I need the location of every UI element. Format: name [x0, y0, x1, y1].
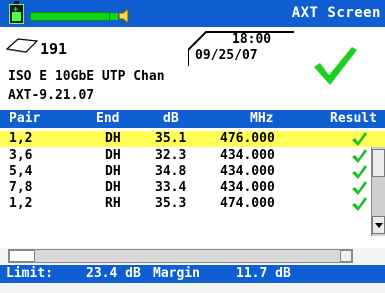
col-mhz[interactable]: MHz: [250, 111, 273, 126]
table-row[interactable]: 1,2 DH 35.1 476.000: [0, 131, 385, 147]
horizontal-scroll-thumb[interactable]: [9, 250, 35, 262]
limit-label: Limit:: [6, 266, 53, 281]
speaker-icon[interactable]: [117, 8, 133, 24]
limit-bar: Limit: 23.4 dB Margin 11.7 dB: [0, 265, 385, 283]
col-end[interactable]: End: [96, 111, 119, 126]
table-row[interactable]: 7,8 DH 33.4 434.000: [0, 180, 385, 196]
end-cell: DH: [105, 148, 121, 163]
pair-cell: 7,8: [9, 180, 33, 195]
db-cell: 35.1: [155, 131, 187, 146]
check-icon: [352, 165, 367, 179]
db-cell: 32.3: [155, 148, 187, 163]
vertical-scroll-thumb[interactable]: [372, 149, 385, 177]
col-db[interactable]: dB: [163, 111, 179, 126]
scroll-down-arrow[interactable]: [372, 216, 385, 234]
col-pair[interactable]: Pair: [9, 111, 40, 126]
battery-icon: +: [9, 1, 24, 24]
check-icon: [352, 197, 367, 211]
end-cell: RH: [105, 196, 121, 211]
title-bar: + AXT Screen: [0, 0, 385, 27]
horizontal-scroll-end[interactable]: [340, 250, 352, 262]
mhz-cell: 434.000: [220, 180, 275, 195]
mhz-cell: 434.000: [220, 148, 275, 163]
end-cell: DH: [105, 131, 121, 146]
pair-cell: 3,6: [9, 148, 33, 163]
header: + AXT Screen 191 18:00 09/25/07 ISO E 10…: [0, 0, 385, 110]
time: 18:00: [232, 32, 272, 47]
pair-cell: 1,2: [9, 131, 33, 146]
check-icon: [352, 132, 367, 146]
mhz-cell: 434.000: [220, 164, 275, 179]
end-cell: DH: [105, 164, 121, 179]
db-cell: 35.3: [155, 196, 187, 211]
screen-title: AXT Screen: [291, 5, 381, 21]
table-row[interactable]: 1,2 RH 35.3 474.000: [0, 196, 385, 212]
db-cell: 34.8: [155, 164, 187, 179]
check-icon: [352, 149, 367, 163]
mhz-cell: 476.000: [220, 131, 275, 146]
table-header: Pair End dB MHz Result: [0, 110, 385, 128]
level-bar: [30, 12, 118, 21]
end-cell: DH: [105, 180, 121, 195]
record-count: 191: [40, 40, 68, 58]
pair-cell: 5,4: [9, 164, 33, 179]
col-result[interactable]: Result: [330, 111, 377, 126]
margin-value: 11.7 dB: [236, 266, 291, 281]
check-icon: [352, 181, 367, 195]
table-row[interactable]: 3,6 DH 32.3 434.000: [0, 148, 385, 164]
mhz-cell: 474.000: [220, 196, 275, 211]
test-name: ISO E 10GbE UTP Chan: [8, 69, 165, 84]
results-table: 1,2 DH 35.1 476.000 3,6 DH 32.3 434.000 5,4 DH 34.…: [0, 128, 385, 248]
db-cell: 33.4: [155, 180, 187, 195]
pair-cell: 1,2: [9, 196, 33, 211]
version: AXT-9.21.07: [8, 88, 95, 103]
pass-check-icon: [314, 47, 357, 85]
cable-id-icon: [6, 38, 38, 53]
limit-value: 23.4 dB: [86, 266, 141, 281]
table-row[interactable]: 5,4 DH 34.8 434.000: [0, 164, 385, 180]
margin-label: Margin: [153, 266, 200, 281]
horizontal-scrollbar[interactable]: [8, 249, 353, 263]
date: 09/25/07: [195, 48, 258, 63]
